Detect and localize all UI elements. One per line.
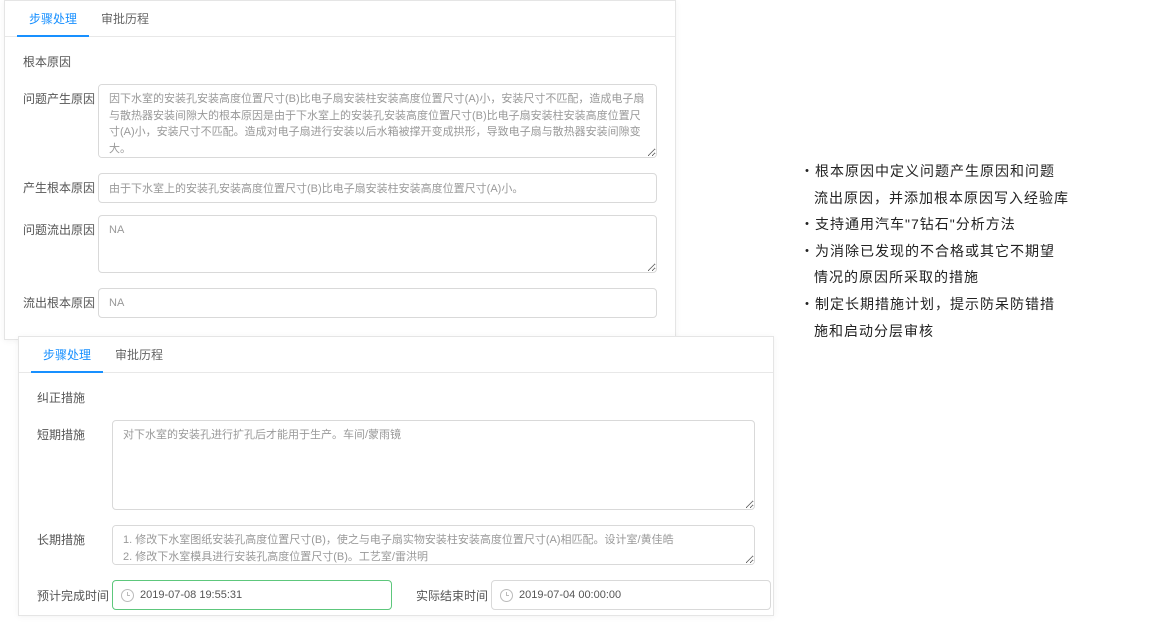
note-line-3b: 情况的原因所采取的措施: [800, 264, 1130, 291]
input-long-term[interactable]: [112, 525, 755, 565]
row-long-term: 长期措施: [37, 525, 755, 568]
note-line-4b: 施和启动分层审核: [800, 318, 1130, 345]
root-cause-body: 根本原因 问题产生原因 产生根本原因 问题流出原因 流出根本原因: [5, 37, 675, 334]
root-cause-panel: 步骤处理 审批历程 根本原因 问题产生原因 产生根本原因 问题流出原因 流出根本…: [4, 0, 676, 340]
note-line-2: ・支持通用汽车"7钻石"分析方法: [800, 211, 1130, 238]
tab-step-process-2[interactable]: 步骤处理: [31, 337, 103, 372]
row-outflow-cause: 问题流出原因: [23, 215, 657, 276]
row-short-term: 短期措施: [37, 420, 755, 513]
section-title-root-cause: 根本原因: [23, 53, 657, 70]
input-root-cause[interactable]: [98, 173, 657, 203]
row-outflow-root-cause: 流出根本原因: [23, 288, 657, 318]
label-long-term: 长期措施: [37, 525, 112, 548]
actual-date-group: 实际结束时间 2019-07-04 00:00:00: [416, 580, 771, 610]
label-short-term: 短期措施: [37, 420, 112, 443]
input-short-term[interactable]: [112, 420, 755, 510]
label-problem-cause: 问题产生原因: [23, 84, 98, 107]
corrective-body: 纠正措施 短期措施 长期措施 预计完成时间 2019-07-08 19:55:3…: [19, 373, 773, 626]
label-root-cause: 产生根本原因: [23, 173, 98, 196]
note-line-1b: 流出原因，并添加根本原因写入经验库: [800, 185, 1130, 212]
input-expected-date[interactable]: 2019-07-08 19:55:31: [112, 580, 392, 610]
tab-step-process[interactable]: 步骤处理: [17, 1, 89, 36]
date-row: 预计完成时间 2019-07-08 19:55:31 实际结束时间 2019-0…: [37, 580, 755, 610]
section-title-corrective: 纠正措施: [37, 389, 755, 406]
expected-date-value: 2019-07-08 19:55:31: [140, 589, 242, 601]
input-problem-cause[interactable]: [98, 84, 657, 158]
corrective-action-panel: 步骤处理 审批历程 纠正措施 短期措施 长期措施 预计完成时间 2019-07-…: [18, 336, 774, 616]
note-line-4a: ・制定长期措施计划，提示防呆防错措: [800, 291, 1130, 318]
note-line-1a: ・根本原因中定义问题产生原因和问题: [800, 158, 1130, 185]
row-root-cause: 产生根本原因: [23, 173, 657, 203]
input-outflow-root-cause[interactable]: [98, 288, 657, 318]
input-actual-date[interactable]: 2019-07-04 00:00:00: [491, 580, 771, 610]
tab-approval-history[interactable]: 审批历程: [89, 1, 161, 36]
expected-date-group: 预计完成时间 2019-07-08 19:55:31: [37, 580, 392, 610]
actual-date-value: 2019-07-04 00:00:00: [519, 589, 621, 601]
tab-approval-history-2[interactable]: 审批历程: [103, 337, 175, 372]
tabs-top: 步骤处理 审批历程: [5, 1, 675, 37]
label-expected-date: 预计完成时间: [37, 587, 112, 604]
input-outflow-cause[interactable]: [98, 215, 657, 273]
right-notes: ・根本原因中定义问题产生原因和问题 流出原因，并添加根本原因写入经验库 ・支持通…: [800, 158, 1130, 344]
row-problem-cause: 问题产生原因: [23, 84, 657, 161]
clock-icon: [500, 589, 513, 602]
label-outflow-cause: 问题流出原因: [23, 215, 98, 238]
label-outflow-root-cause: 流出根本原因: [23, 288, 98, 311]
tabs-bottom: 步骤处理 审批历程: [19, 337, 773, 373]
clock-icon: [121, 589, 134, 602]
label-actual-date: 实际结束时间: [416, 587, 491, 604]
note-line-3a: ・为消除已发现的不合格或其它不期望: [800, 238, 1130, 265]
